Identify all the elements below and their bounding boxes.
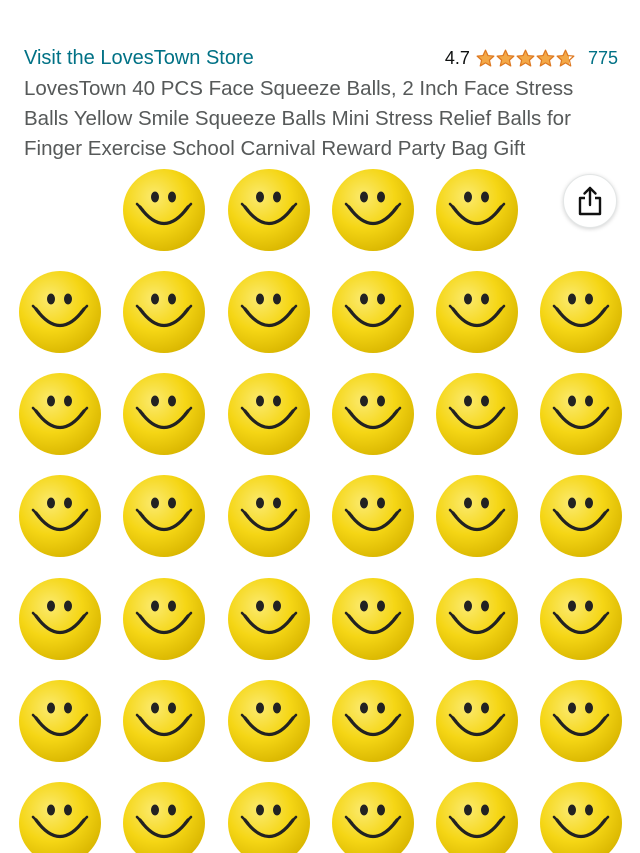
- rating-value: 4.7: [444, 47, 470, 68]
- smiley-ball: [540, 680, 622, 762]
- star-icon: [516, 49, 535, 67]
- smiley-ball: [332, 169, 414, 251]
- smiley-ball: [19, 578, 101, 660]
- smiley-ball: [123, 680, 205, 762]
- rating[interactable]: 4.7 775: [445, 44, 618, 72]
- smiley-ball: [332, 373, 414, 455]
- smiley-ball: [436, 475, 518, 557]
- smiley-ball: [436, 373, 518, 455]
- smiley-ball: [436, 680, 518, 762]
- store-row: Visit the LovesTown Store 4.7 775: [24, 44, 618, 72]
- star-icon: [496, 49, 515, 67]
- smiley-ball: [19, 680, 101, 762]
- smiley-ball: [540, 475, 622, 557]
- star-icon: [476, 49, 495, 67]
- smiley-ball: [436, 271, 518, 353]
- smiley-ball: [436, 782, 518, 853]
- star-rating: [476, 49, 576, 68]
- smiley-ball: [19, 782, 101, 853]
- smiley-ball: [123, 169, 205, 251]
- smiley-ball: [540, 782, 622, 853]
- smiley-ball: [19, 475, 101, 557]
- smiley-ball: [123, 475, 205, 557]
- rating-count[interactable]: 775: [588, 48, 618, 69]
- smiley-ball: [332, 475, 414, 557]
- share-button[interactable]: [563, 174, 617, 228]
- smiley-ball: [332, 782, 414, 853]
- smiley-ball: [123, 782, 205, 853]
- smiley-ball: [228, 373, 310, 455]
- share-icon: [578, 186, 602, 216]
- smiley-ball: [123, 373, 205, 455]
- smiley-ball: [332, 271, 414, 353]
- smiley-ball: [436, 578, 518, 660]
- smiley-ball: [540, 578, 622, 660]
- star-icon: [536, 49, 555, 67]
- smiley-ball: [540, 271, 622, 353]
- smiley-ball: [228, 271, 310, 353]
- smiley-ball: [19, 373, 101, 455]
- smiley-ball: [436, 169, 518, 251]
- store-link[interactable]: Visit the LovesTown Store: [24, 44, 254, 72]
- smiley-ball: [332, 680, 414, 762]
- smiley-ball: [123, 578, 205, 660]
- smiley-ball: [228, 680, 310, 762]
- smiley-ball: [228, 475, 310, 557]
- smiley-ball: [228, 169, 310, 251]
- product-title: LovesTown 40 PCS Face Squeeze Balls, 2 I…: [24, 77, 574, 160]
- smiley-ball: [228, 782, 310, 853]
- smiley-ball: [228, 578, 310, 660]
- product-image[interactable]: [0, 165, 640, 853]
- smiley-ball: [540, 373, 622, 455]
- smiley-ball: [332, 578, 414, 660]
- star-icon: [556, 49, 575, 67]
- smiley-ball: [19, 271, 101, 353]
- smiley-ball: [123, 271, 205, 353]
